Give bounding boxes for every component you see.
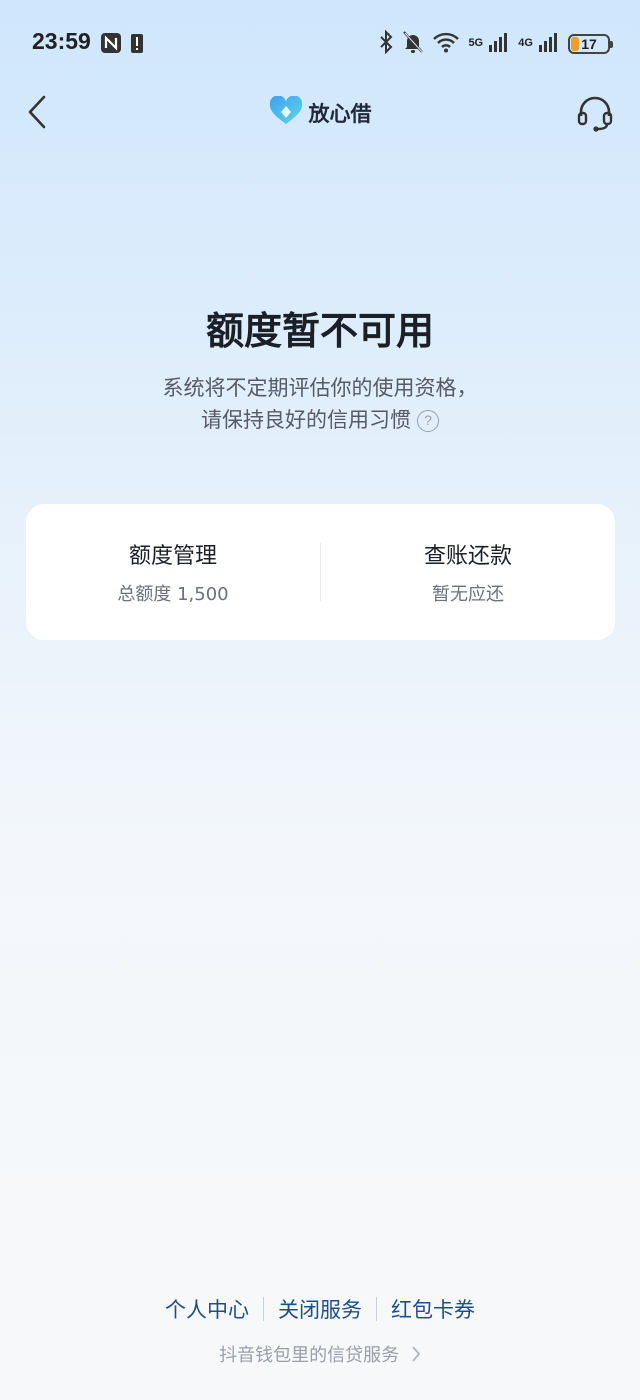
wifi-icon: [432, 31, 460, 57]
chevron-right-icon: [411, 1345, 421, 1368]
alert-icon: [130, 32, 144, 58]
coupons-link[interactable]: 红包卡券: [377, 1294, 489, 1324]
status-time: 23:59: [32, 28, 91, 54]
customer-service-button[interactable]: [576, 94, 614, 132]
total-limit-text: 总额度 1,500: [117, 584, 229, 605]
headset-icon: [577, 96, 613, 132]
nav-bar: 放心借: [0, 88, 640, 136]
brand-name: 放心借: [308, 102, 372, 126]
personal-center-link[interactable]: 个人中心: [151, 1294, 263, 1324]
footer-links: 个人中心 关闭服务 红包卡券: [0, 1294, 640, 1324]
status-description: 系统将不定期评估你的使用资格， 请保持良好的信用习惯?: [0, 372, 640, 436]
signal-4g-icon: 4G: [518, 31, 560, 57]
description-line-1: 系统将不定期评估你的使用资格，: [162, 376, 478, 400]
bluetooth-icon: [378, 29, 394, 58]
repayment-status-text: 暂无应还: [432, 584, 504, 605]
signal-5g-icon: 5G: [468, 31, 510, 57]
footer-note[interactable]: 抖音钱包里的信贷服务: [0, 1341, 640, 1368]
description-line-2: 请保持良好的信用习惯?: [0, 404, 640, 436]
close-service-link[interactable]: 关闭服务: [264, 1294, 376, 1324]
nfc-icon: [100, 32, 122, 58]
limit-management-title: 额度管理: [128, 544, 217, 569]
bell-off-icon: [402, 30, 424, 58]
brand: 放心借: [0, 95, 640, 130]
bill-repayment-entry[interactable]: 查账还款 暂无应还: [321, 538, 615, 606]
credit-card-panel: 额度管理 总额度 1,500 查账还款 暂无应还: [26, 504, 615, 640]
brand-logo-icon: [269, 95, 303, 130]
battery-icon: 17: [568, 34, 613, 54]
status-bar: 23:59 5G 4G 17: [0, 0, 640, 88]
page-title: 额度暂不可用: [205, 309, 434, 353]
bill-repayment-title: 查账还款: [423, 544, 512, 569]
help-icon[interactable]: ?: [417, 410, 439, 432]
limit-management-entry[interactable]: 额度管理 总额度 1,500: [26, 538, 320, 606]
